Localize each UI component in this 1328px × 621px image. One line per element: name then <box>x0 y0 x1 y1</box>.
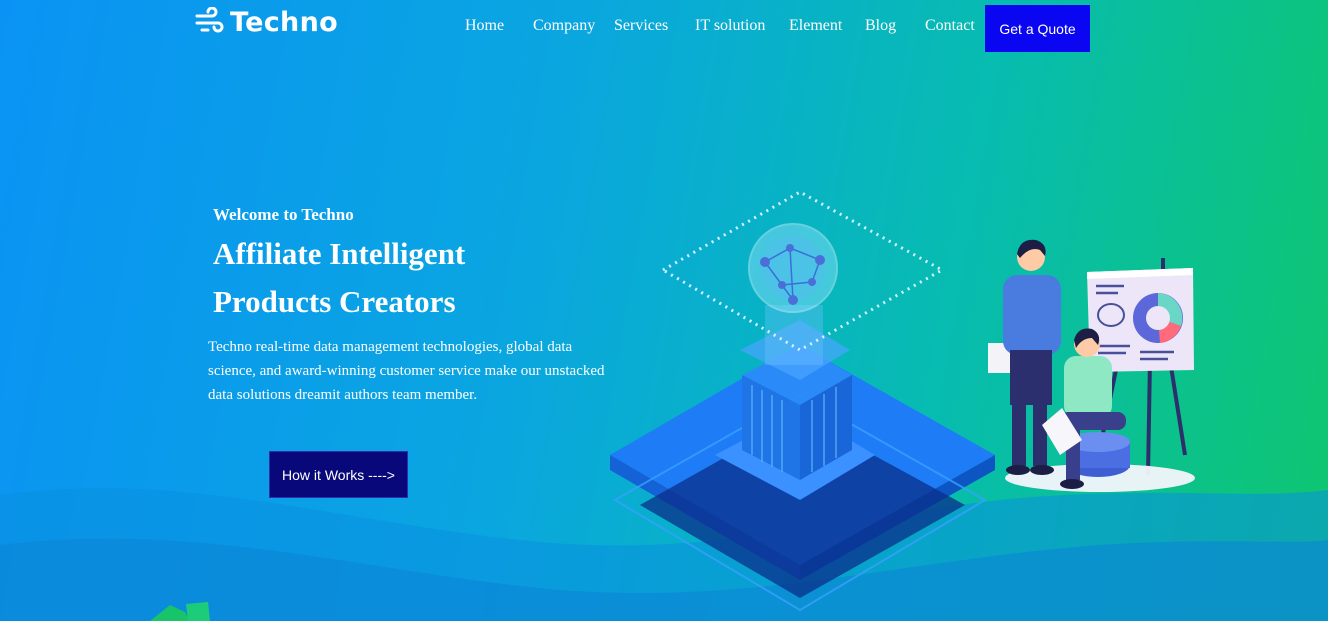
nav-contact[interactable]: Contact <box>925 17 975 35</box>
wind-logo-icon <box>195 7 224 33</box>
hero-headline-line-1: Affiliate Intelligent <box>213 236 466 271</box>
hero-description: Techno real-time data management technol… <box>208 339 605 403</box>
nav-home[interactable]: Home <box>465 17 504 35</box>
how-it-works-button[interactable]: How it Works ----> <box>269 451 408 498</box>
nav-services[interactable]: Services <box>614 17 668 35</box>
brand-logo[interactable]: Techno <box>194 4 338 40</box>
hero-welcome-text: Welcome to Techno <box>213 205 354 224</box>
hero-illustration <box>610 190 1195 612</box>
nav-company[interactable]: Company <box>533 17 595 35</box>
hero-headline: Affiliate Intelligent Products Creators <box>213 230 465 326</box>
hero-section: Techno Home Company Services IT solution… <box>0 0 1328 621</box>
nav-element[interactable]: Element <box>789 17 842 35</box>
hero-headline-line-2: Products Creators <box>213 284 456 319</box>
brand-name: Techno <box>230 6 338 38</box>
nav-blog[interactable]: Blog <box>865 17 896 35</box>
get-quote-button[interactable]: Get a Quote <box>985 5 1090 52</box>
nav-it-solution[interactable]: IT solution <box>695 17 765 35</box>
network-globe-icon <box>748 223 838 313</box>
